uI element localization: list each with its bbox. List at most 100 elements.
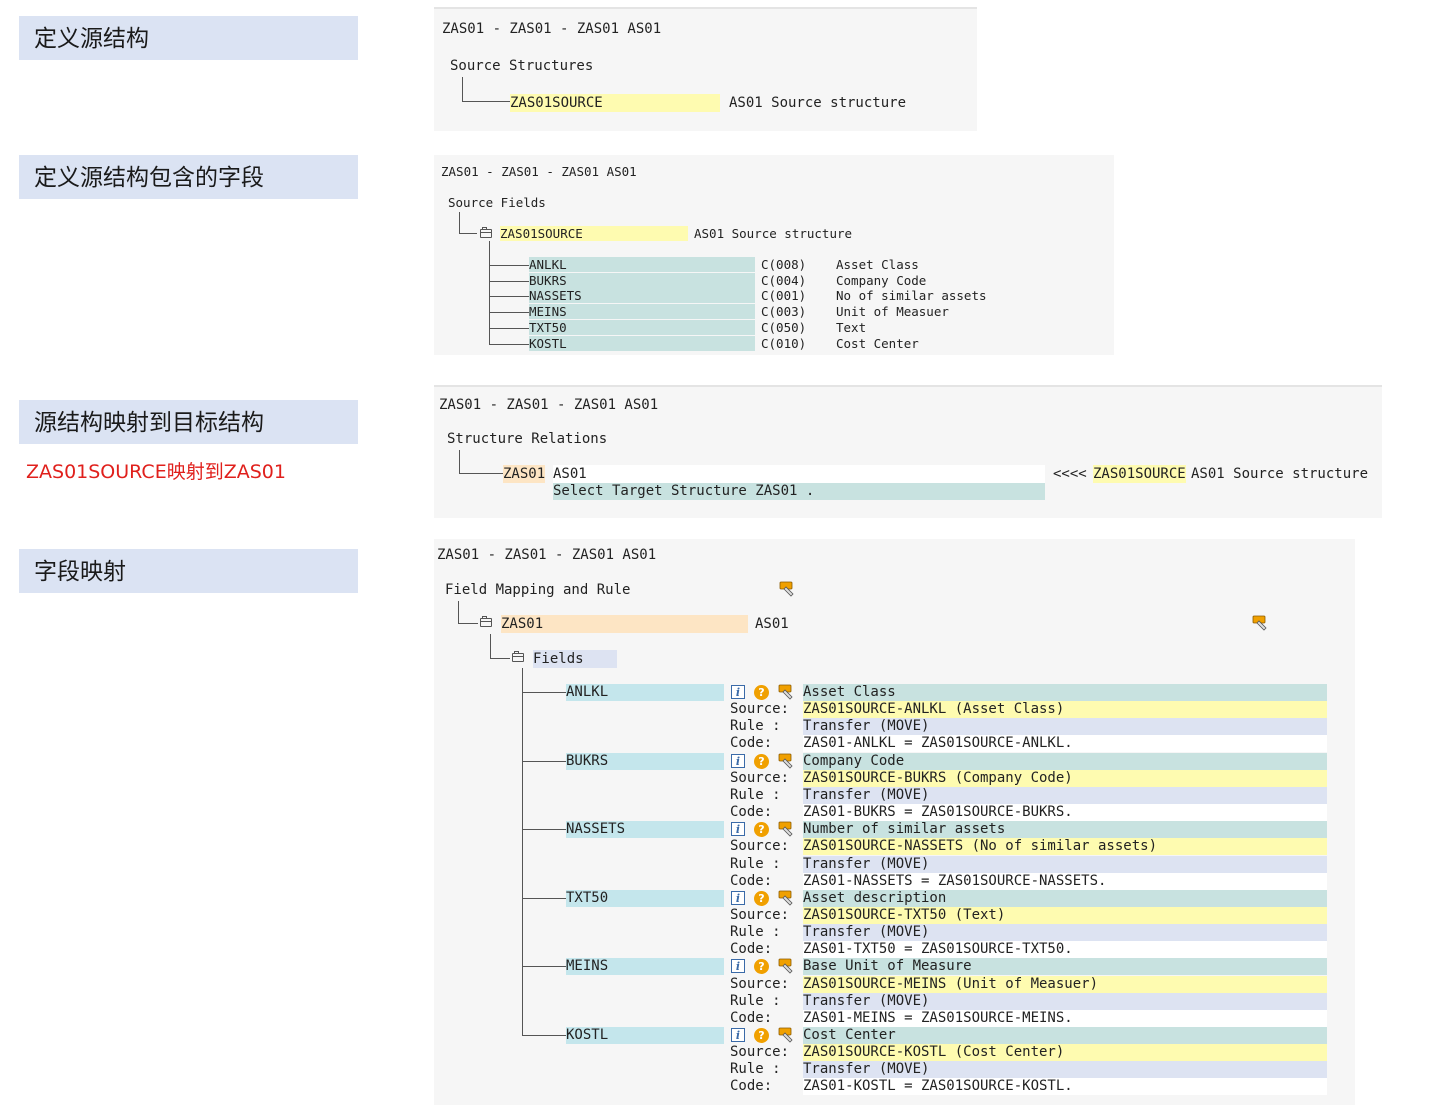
- mapping-field-name[interactable]: BUKRS: [566, 752, 724, 770]
- source-label: Source:: [730, 701, 790, 718]
- mapping-source[interactable]: ZAS01SOURCE-KOSTL (Cost Center): [803, 1044, 1327, 1062]
- note-icon[interactable]: [778, 684, 794, 700]
- source-field-type: C(004): [761, 272, 807, 288]
- target-structure-desc: AS01: [553, 465, 1045, 483]
- info-icon[interactable]: i: [731, 890, 745, 905]
- map-note: ZAS01SOURCE映射到ZAS01: [26, 461, 286, 483]
- help-icon[interactable]: ?: [754, 685, 769, 700]
- mapping-source[interactable]: ZAS01SOURCE-NASSETS (No of similar asset…: [803, 838, 1327, 856]
- mapping-field-desc: Asset Class: [803, 684, 1327, 701]
- mapping-source[interactable]: ZAS01SOURCE-BUKRS (Company Code): [803, 769, 1327, 787]
- folder-icon: [512, 651, 524, 662]
- mapping-rule[interactable]: Transfer (MOVE): [803, 718, 1327, 736]
- help-icon[interactable]: ?: [754, 890, 769, 906]
- relation-source-name[interactable]: ZAS01SOURCE: [1093, 465, 1186, 483]
- mapping-source[interactable]: ZAS01SOURCE-MEINS (Unit of Measuer): [803, 975, 1327, 993]
- info-icon[interactable]: i: [731, 822, 745, 837]
- mapping-field-desc: Base Unit of Measure: [803, 958, 1327, 976]
- code-label: Code:: [730, 1078, 773, 1095]
- help-icon[interactable]: ?: [754, 822, 769, 838]
- note-icon[interactable]: [1252, 615, 1268, 631]
- help-icon[interactable]: ?: [754, 753, 769, 769]
- fields-node[interactable]: Fields: [533, 650, 617, 668]
- select-target-structure[interactable]: Select Target Structure ZAS01 .: [553, 483, 1045, 500]
- mapping-arrows: <<<<: [1053, 466, 1087, 482]
- mapping-code: ZAS01-BUKRS = ZAS01SOURCE-BUKRS.: [803, 804, 1327, 822]
- code-label: Code:: [730, 941, 773, 958]
- rule-label: Rule :: [730, 855, 781, 872]
- mapping-source[interactable]: ZAS01SOURCE-ANLKL (Asset Class): [803, 701, 1327, 719]
- source-field-name[interactable]: NASSETS: [529, 288, 755, 304]
- mapping-rule[interactable]: Transfer (MOVE): [803, 992, 1327, 1010]
- mapping-code: ZAS01-KOSTL = ZAS01SOURCE-KOSTL.: [803, 1078, 1327, 1096]
- source-field-type: C(003): [761, 304, 807, 320]
- rule-label: Rule :: [730, 924, 781, 941]
- rule-label: Rule :: [730, 1061, 781, 1078]
- note-icon[interactable]: [779, 581, 795, 597]
- source-field-type: C(008): [761, 257, 807, 272]
- source-field-type: C(010): [761, 335, 807, 351]
- source-field-name[interactable]: BUKRS: [529, 272, 755, 288]
- mapping-field-name[interactable]: KOSTL: [566, 1027, 724, 1044]
- rule-label: Rule :: [730, 718, 781, 735]
- source-field-name[interactable]: KOSTL: [529, 335, 755, 351]
- target-structure-name[interactable]: ZAS01: [503, 465, 545, 483]
- source-field-desc: Asset Class: [836, 257, 919, 272]
- note-icon[interactable]: [778, 821, 794, 837]
- source-field-name[interactable]: MEINS: [529, 304, 755, 320]
- source-label: Source:: [730, 906, 790, 923]
- source-structure-name[interactable]: ZAS01SOURCE: [510, 94, 720, 112]
- info-icon[interactable]: i: [731, 1028, 745, 1042]
- mapping-field-name[interactable]: ANLKL: [566, 684, 724, 701]
- info-icon[interactable]: i: [731, 959, 745, 974]
- mapping-field-name[interactable]: TXT50: [566, 889, 724, 907]
- rule-label: Rule :: [730, 786, 781, 803]
- source-field-name[interactable]: TXT50: [529, 319, 755, 335]
- mapping-field-desc: Company Code: [803, 752, 1327, 770]
- mapping-field-desc: Number of similar assets: [803, 821, 1327, 839]
- panel2-structure-desc: AS01 Source structure: [694, 226, 853, 241]
- panel-source-structures: ZAS01 - ZAS01 - ZAS01 AS01 Source Struct…: [434, 7, 977, 131]
- folder-icon: [480, 616, 492, 627]
- mapping-field-desc: Asset description: [803, 889, 1327, 907]
- mapping-code: ZAS01-NASSETS = ZAS01SOURCE-NASSETS.: [803, 872, 1327, 890]
- mapping-source[interactable]: ZAS01SOURCE-TXT50 (Text): [803, 906, 1327, 924]
- help-icon[interactable]: ?: [754, 1028, 769, 1043]
- panel-source-fields: ZAS01 - ZAS01 - ZAS01 AS01 Source Fields…: [434, 155, 1114, 355]
- panel2-section-title: Source Fields: [448, 195, 546, 210]
- help-icon[interactable]: ?: [754, 959, 769, 975]
- panel4-header: ZAS01 - ZAS01 - ZAS01 AS01: [437, 547, 657, 563]
- source-label: Source:: [730, 769, 790, 786]
- mapping-field-name[interactable]: MEINS: [566, 958, 724, 976]
- mapping-code: ZAS01-ANLKL = ZAS01SOURCE-ANLKL.: [803, 735, 1327, 753]
- mapping-rule[interactable]: Transfer (MOVE): [803, 786, 1327, 804]
- source-field-name[interactable]: ANLKL: [529, 257, 755, 272]
- panel4-structure-name[interactable]: ZAS01: [501, 615, 748, 633]
- relation-source-desc: AS01 Source structure: [1191, 466, 1369, 482]
- panel3-header: ZAS01 - ZAS01 - ZAS01 AS01: [439, 397, 659, 413]
- source-field-desc: No of similar assets: [836, 288, 987, 304]
- label-map-structure: 源结构映射到目标结构: [19, 400, 358, 444]
- panel4-structure-desc: AS01: [755, 616, 789, 632]
- note-icon[interactable]: [778, 1027, 794, 1043]
- info-icon[interactable]: i: [731, 685, 745, 699]
- note-icon[interactable]: [778, 753, 794, 769]
- code-label: Code:: [730, 804, 773, 821]
- note-icon[interactable]: [778, 890, 794, 906]
- source-label: Source:: [730, 975, 790, 992]
- info-icon[interactable]: i: [731, 753, 745, 768]
- mapping-field-name[interactable]: NASSETS: [566, 821, 724, 839]
- folder-icon: [480, 227, 492, 238]
- source-field-type: C(050): [761, 319, 807, 335]
- mapping-rule[interactable]: Transfer (MOVE): [803, 855, 1327, 873]
- mapping-rule[interactable]: Transfer (MOVE): [803, 1061, 1327, 1079]
- panel2-structure-name[interactable]: ZAS01SOURCE: [500, 226, 688, 241]
- panel1-section-title: Source Structures: [450, 58, 594, 74]
- source-field-desc: Company Code: [836, 272, 927, 288]
- note-icon[interactable]: [778, 958, 794, 974]
- panel-structure-relations: ZAS01 - ZAS01 - ZAS01 AS01 Structure Rel…: [434, 385, 1382, 518]
- panel1-header: ZAS01 - ZAS01 - ZAS01 AS01: [442, 21, 662, 37]
- panel3-section-title: Structure Relations: [447, 431, 608, 447]
- label-define-source: 定义源结构: [19, 16, 358, 60]
- mapping-rule[interactable]: Transfer (MOVE): [803, 924, 1327, 942]
